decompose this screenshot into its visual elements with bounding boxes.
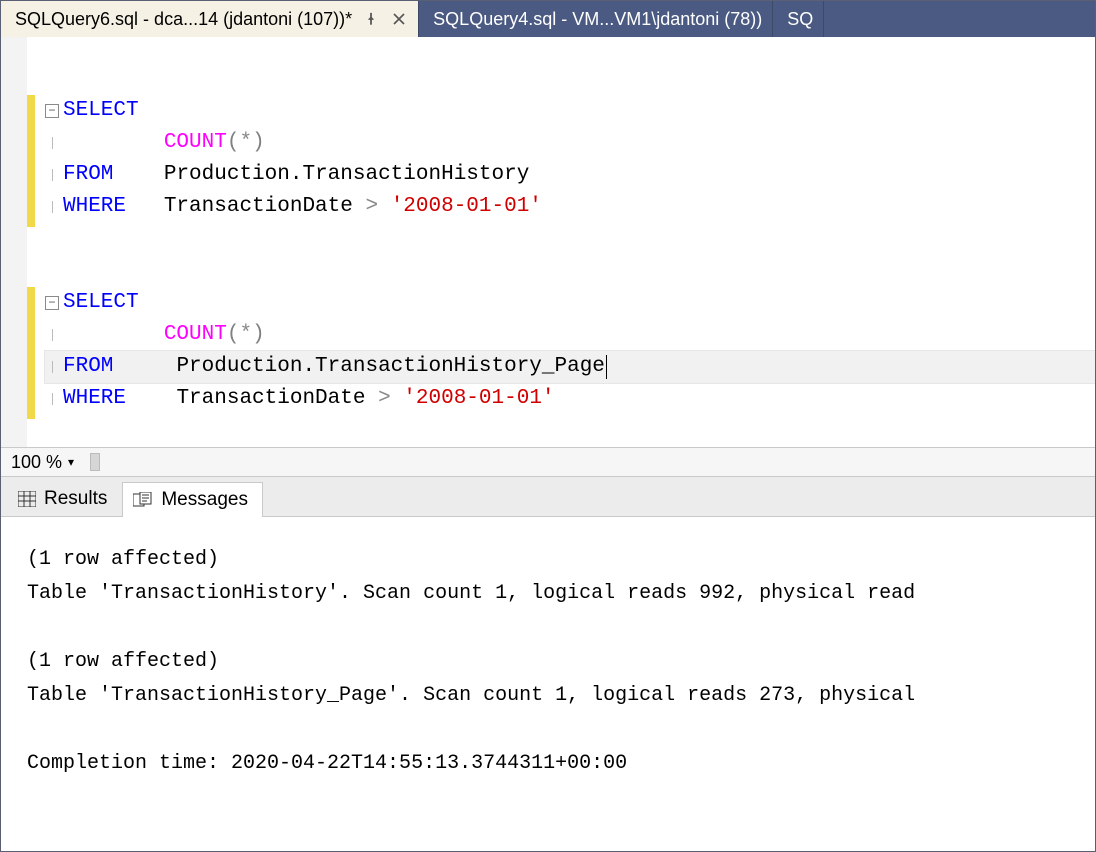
- pin-icon[interactable]: [362, 10, 380, 28]
- code-line[interactable]: COUNT(*): [45, 319, 1095, 351]
- zoom-value: 100 %: [11, 452, 62, 473]
- code-line[interactable]: WHERE TransactionDate > '2008-01-01': [45, 383, 1095, 415]
- tab-label: Results: [44, 488, 107, 510]
- code-block: − SELECT COUNT(*) FROM Production.Transa…: [45, 95, 1095, 223]
- editor-gutter: [1, 37, 27, 447]
- tab-label: Messages: [161, 489, 248, 511]
- identifier: TransactionDate: [164, 191, 353, 223]
- document-tab-title: SQ: [787, 9, 813, 30]
- keyword: COUNT: [164, 319, 227, 351]
- document-tab-inactive[interactable]: SQLQuery4.sql - VM...VM1\jdantoni (78)): [419, 1, 773, 37]
- change-mark: [27, 95, 35, 227]
- results-tab-bar: Results Messages: [1, 477, 1095, 517]
- chevron-down-icon: ▾: [68, 455, 74, 469]
- keyword: FROM: [63, 351, 113, 383]
- document-tab-active[interactable]: SQLQuery6.sql - dca...14 (jdantoni (107)…: [1, 1, 419, 37]
- tab-results[interactable]: Results: [7, 481, 122, 516]
- string-literal: '2008-01-01': [403, 383, 554, 415]
- messages-icon: [133, 492, 153, 508]
- zoom-dropdown[interactable]: 100 % ▾: [7, 451, 78, 474]
- editor-status-bar: 100 % ▾: [1, 447, 1095, 477]
- string-literal: '2008-01-01': [391, 191, 542, 223]
- identifier: TransactionDate: [176, 383, 365, 415]
- keyword: SELECT: [63, 95, 139, 127]
- keyword: COUNT: [164, 127, 227, 159]
- code-line[interactable]: − SELECT: [45, 287, 1095, 319]
- document-tab-overflow[interactable]: SQ: [773, 1, 824, 37]
- fold-toggle-icon[interactable]: −: [45, 104, 59, 118]
- tab-messages[interactable]: Messages: [122, 482, 263, 517]
- document-tab-title: SQLQuery4.sql - VM...VM1\jdantoni (78)): [433, 9, 762, 30]
- fold-toggle-icon[interactable]: −: [45, 296, 59, 310]
- code-line[interactable]: FROM Production.TransactionHistory: [45, 159, 1095, 191]
- keyword: FROM: [63, 159, 113, 191]
- change-mark: [27, 287, 35, 419]
- sql-editor[interactable]: − SELECT COUNT(*) FROM Production.Transa…: [1, 37, 1095, 447]
- identifier: Production.TransactionHistory: [164, 159, 529, 191]
- messages-output[interactable]: (1 row affected) Table 'TransactionHisto…: [1, 517, 1095, 851]
- horizontal-scroll-left-icon[interactable]: [90, 453, 100, 471]
- text-cursor: [606, 355, 607, 379]
- code-line[interactable]: − SELECT: [45, 95, 1095, 127]
- change-indicator-bar: [27, 37, 45, 447]
- code-line-current[interactable]: FROM Production.TransactionHistory_Page: [45, 351, 1095, 383]
- keyword: SELECT: [63, 287, 139, 319]
- document-tab-bar: SQLQuery6.sql - dca...14 (jdantoni (107)…: [1, 1, 1095, 37]
- document-tab-title: SQLQuery6.sql - dca...14 (jdantoni (107)…: [15, 9, 352, 30]
- identifier: Production.TransactionHistory_Page: [176, 351, 604, 383]
- keyword: WHERE: [63, 383, 126, 415]
- close-icon[interactable]: [390, 10, 408, 28]
- code-line[interactable]: WHERE TransactionDate > '2008-01-01': [45, 191, 1095, 223]
- keyword: WHERE: [63, 191, 126, 223]
- code-line[interactable]: COUNT(*): [45, 127, 1095, 159]
- grid-icon: [18, 491, 36, 507]
- code-block: − SELECT COUNT(*) FROM Production.Transa…: [45, 287, 1095, 415]
